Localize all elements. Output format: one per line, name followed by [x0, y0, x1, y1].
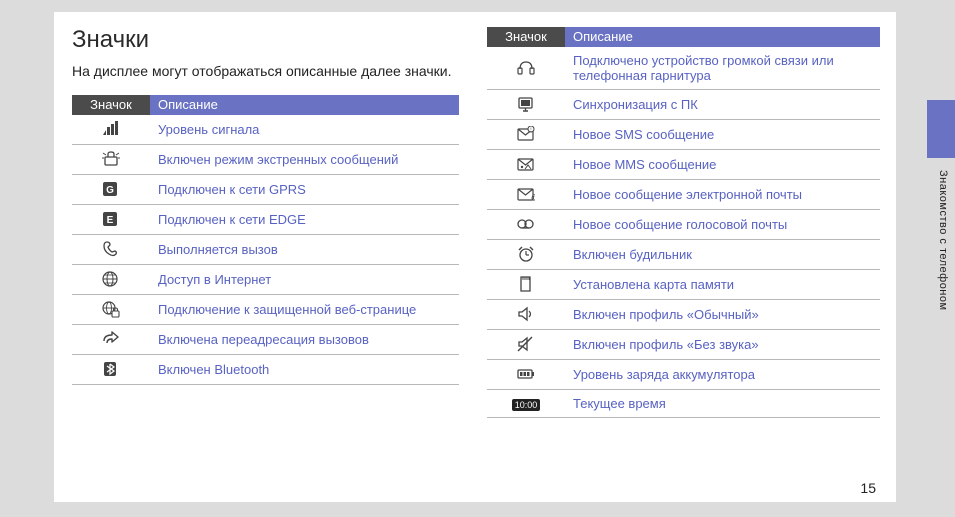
icon-cell — [487, 359, 565, 389]
icon-cell — [72, 144, 150, 174]
table-row: Включен будильник — [487, 239, 880, 269]
desc-cell: Включен режим экстренных сообщений — [150, 144, 459, 174]
sos-icon — [102, 151, 120, 168]
table-row: Установлена карта памяти — [487, 269, 880, 299]
voicemail-icon — [517, 216, 535, 233]
table-row: Подключен к сети EDGE — [72, 204, 459, 234]
page-number: 15 — [860, 480, 876, 496]
icon-cell — [487, 179, 565, 209]
table-row: Новое SMS сообщение — [487, 119, 880, 149]
email-icon — [517, 186, 535, 203]
signal-icon — [102, 121, 120, 138]
table-row: Доступ в Интернет — [72, 264, 459, 294]
icon-cell — [72, 115, 150, 145]
table-row: Уровень заряда аккумулятора — [487, 359, 880, 389]
desc-cell: Включена переадресация вызовов — [150, 324, 459, 354]
columns-wrapper: Значок Описание Уровень сигнала Включен … — [72, 95, 880, 418]
icon-cell — [72, 294, 150, 324]
icon-cell — [72, 204, 150, 234]
desc-cell: Текущее время — [565, 389, 880, 417]
desc-cell: Новое сообщение электронной почты — [565, 179, 880, 209]
desc-cell: Новое MMS сообщение — [565, 149, 880, 179]
desc-cell: Уровень заряда аккумулятора — [565, 359, 880, 389]
pc-sync-icon — [517, 96, 535, 113]
sms-icon — [517, 126, 535, 143]
table-row: 10:00 Текущее время — [487, 389, 880, 417]
desc-cell: Подключен к сети EDGE — [150, 204, 459, 234]
mms-icon — [517, 156, 535, 173]
table-row: Включен режим экстренных сообщений — [72, 144, 459, 174]
icon-cell — [487, 89, 565, 119]
table-row: Включен профиль «Без звука» — [487, 329, 880, 359]
forward-icon — [102, 331, 120, 348]
icons-table-right: Значок Описание Подключено устройство гр… — [487, 27, 880, 418]
mute-icon — [517, 336, 535, 353]
icon-cell — [487, 269, 565, 299]
icon-cell: 10:00 — [487, 389, 565, 417]
icon-cell — [487, 149, 565, 179]
clock-icon: 10:00 — [512, 399, 541, 411]
bluetooth-icon — [102, 361, 120, 378]
page-subtitle: На дисплее могут отображаться описанные … — [72, 62, 472, 81]
table-row: Включен профиль «Обычный» — [487, 299, 880, 329]
call-icon — [102, 241, 120, 258]
table-row: Уровень сигнала — [72, 115, 459, 145]
section-tab — [927, 100, 955, 158]
th-icon: Значок — [487, 27, 565, 47]
right-column: Значок Описание Подключено устройство гр… — [487, 27, 880, 418]
table-row: Синхронизация с ПК — [487, 89, 880, 119]
desc-cell: Уровень сигнала — [150, 115, 459, 145]
battery-icon — [517, 366, 535, 383]
icon-cell — [72, 354, 150, 384]
manual-page: Значки На дисплее могут отображаться опи… — [54, 12, 896, 502]
icon-cell — [72, 324, 150, 354]
th-desc: Описание — [150, 95, 459, 115]
desc-cell: Подключено устройство громкой связи или … — [565, 47, 880, 90]
th-icon: Значок — [72, 95, 150, 115]
section-label: Знакомство с телефоном — [937, 170, 949, 311]
icon-cell — [72, 234, 150, 264]
desc-cell: Включен профиль «Без звука» — [565, 329, 880, 359]
desc-cell: Включен Bluetooth — [150, 354, 459, 384]
table-row: Новое сообщение голосовой почты — [487, 209, 880, 239]
speaker-icon — [517, 306, 535, 323]
desc-cell: Выполняется вызов — [150, 234, 459, 264]
desc-cell: Включен будильник — [565, 239, 880, 269]
globe-icon — [102, 271, 120, 288]
desc-cell: Подключение к защищенной веб-странице — [150, 294, 459, 324]
icon-cell — [487, 239, 565, 269]
secure-web-icon — [102, 301, 120, 318]
th-desc: Описание — [565, 27, 880, 47]
icon-cell — [487, 299, 565, 329]
table-row: Выполняется вызов — [72, 234, 459, 264]
icon-cell — [487, 119, 565, 149]
icons-table-left: Значок Описание Уровень сигнала Включен … — [72, 95, 459, 385]
left-column: Значок Описание Уровень сигнала Включен … — [72, 95, 459, 418]
desc-cell: Новое сообщение голосовой почты — [565, 209, 880, 239]
desc-cell: Доступ в Интернет — [150, 264, 459, 294]
table-row: Новое MMS сообщение — [487, 149, 880, 179]
table-row: Включен Bluetooth — [72, 354, 459, 384]
table-row: Подключено устройство громкой связи или … — [487, 47, 880, 90]
icon-cell — [487, 209, 565, 239]
handsfree-icon — [517, 59, 535, 76]
desc-cell: Подключен к сети GPRS — [150, 174, 459, 204]
icon-cell — [72, 264, 150, 294]
icon-cell — [72, 174, 150, 204]
gprs-icon — [102, 181, 120, 198]
alarm-icon — [517, 246, 535, 263]
table-row: Включена переадресация вызовов — [72, 324, 459, 354]
desc-cell: Синхронизация с ПК — [565, 89, 880, 119]
edge-icon — [102, 211, 120, 228]
table-row: Подключение к защищенной веб-странице — [72, 294, 459, 324]
table-row: Подключен к сети GPRS — [72, 174, 459, 204]
icon-cell — [487, 47, 565, 90]
desc-cell: Включен профиль «Обычный» — [565, 299, 880, 329]
desc-cell: Установлена карта памяти — [565, 269, 880, 299]
memory-card-icon — [517, 276, 535, 293]
desc-cell: Новое SMS сообщение — [565, 119, 880, 149]
icon-cell — [487, 329, 565, 359]
table-row: Новое сообщение электронной почты — [487, 179, 880, 209]
